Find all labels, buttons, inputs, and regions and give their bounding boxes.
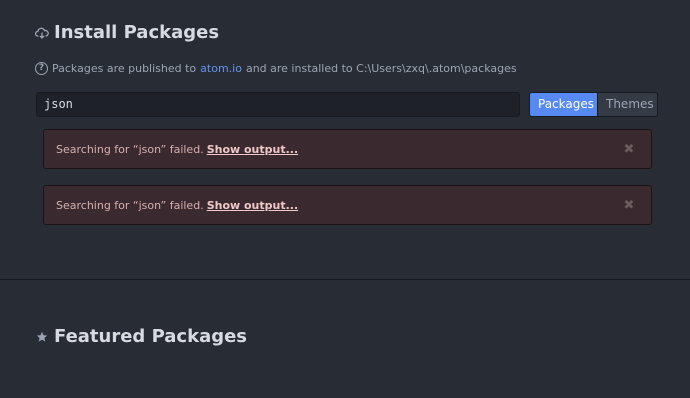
star-icon <box>35 330 49 344</box>
featured-title: Featured Packages <box>54 326 248 347</box>
cloud-download-icon <box>35 26 49 40</box>
themes-button[interactable]: Themes <box>598 92 658 117</box>
info-prefix: Packages are published to <box>52 62 197 75</box>
packages-button[interactable]: Packages <box>529 92 598 117</box>
close-icon[interactable]: ✖ <box>623 198 635 213</box>
error-alert: Searching for “json” failed. Show output.… <box>43 129 652 169</box>
install-info: ? Packages are published to atom.io and … <box>35 62 517 75</box>
featured-packages-section: Featured Packages <box>0 280 690 398</box>
install-packages-header: Install Packages <box>35 22 219 43</box>
error-alert: Searching for “json” failed. Show output.… <box>43 185 652 225</box>
show-output-link[interactable]: Show output... <box>207 143 298 156</box>
page-title: Install Packages <box>54 22 220 43</box>
alert-message: Searching for “json” failed. Show output.… <box>56 199 623 212</box>
close-icon[interactable]: ✖ <box>623 142 635 157</box>
install-packages-section: Install Packages ? Packages are publishe… <box>0 0 690 280</box>
featured-packages-header: Featured Packages <box>35 326 247 347</box>
alert-text: Searching for “json” failed. <box>56 142 204 156</box>
alert-message: Searching for “json” failed. Show output.… <box>56 143 623 156</box>
question-icon: ? <box>35 62 48 75</box>
package-search-input[interactable]: json <box>36 92 520 117</box>
info-suffix: and are installed to C:\Users\zxq\.atom\… <box>245 62 517 75</box>
alert-text: Searching for “json” failed. <box>56 198 204 212</box>
atom-io-link[interactable]: atom.io <box>200 62 242 75</box>
search-type-toggle: Packages Themes <box>529 92 658 117</box>
show-output-link[interactable]: Show output... <box>207 199 298 212</box>
